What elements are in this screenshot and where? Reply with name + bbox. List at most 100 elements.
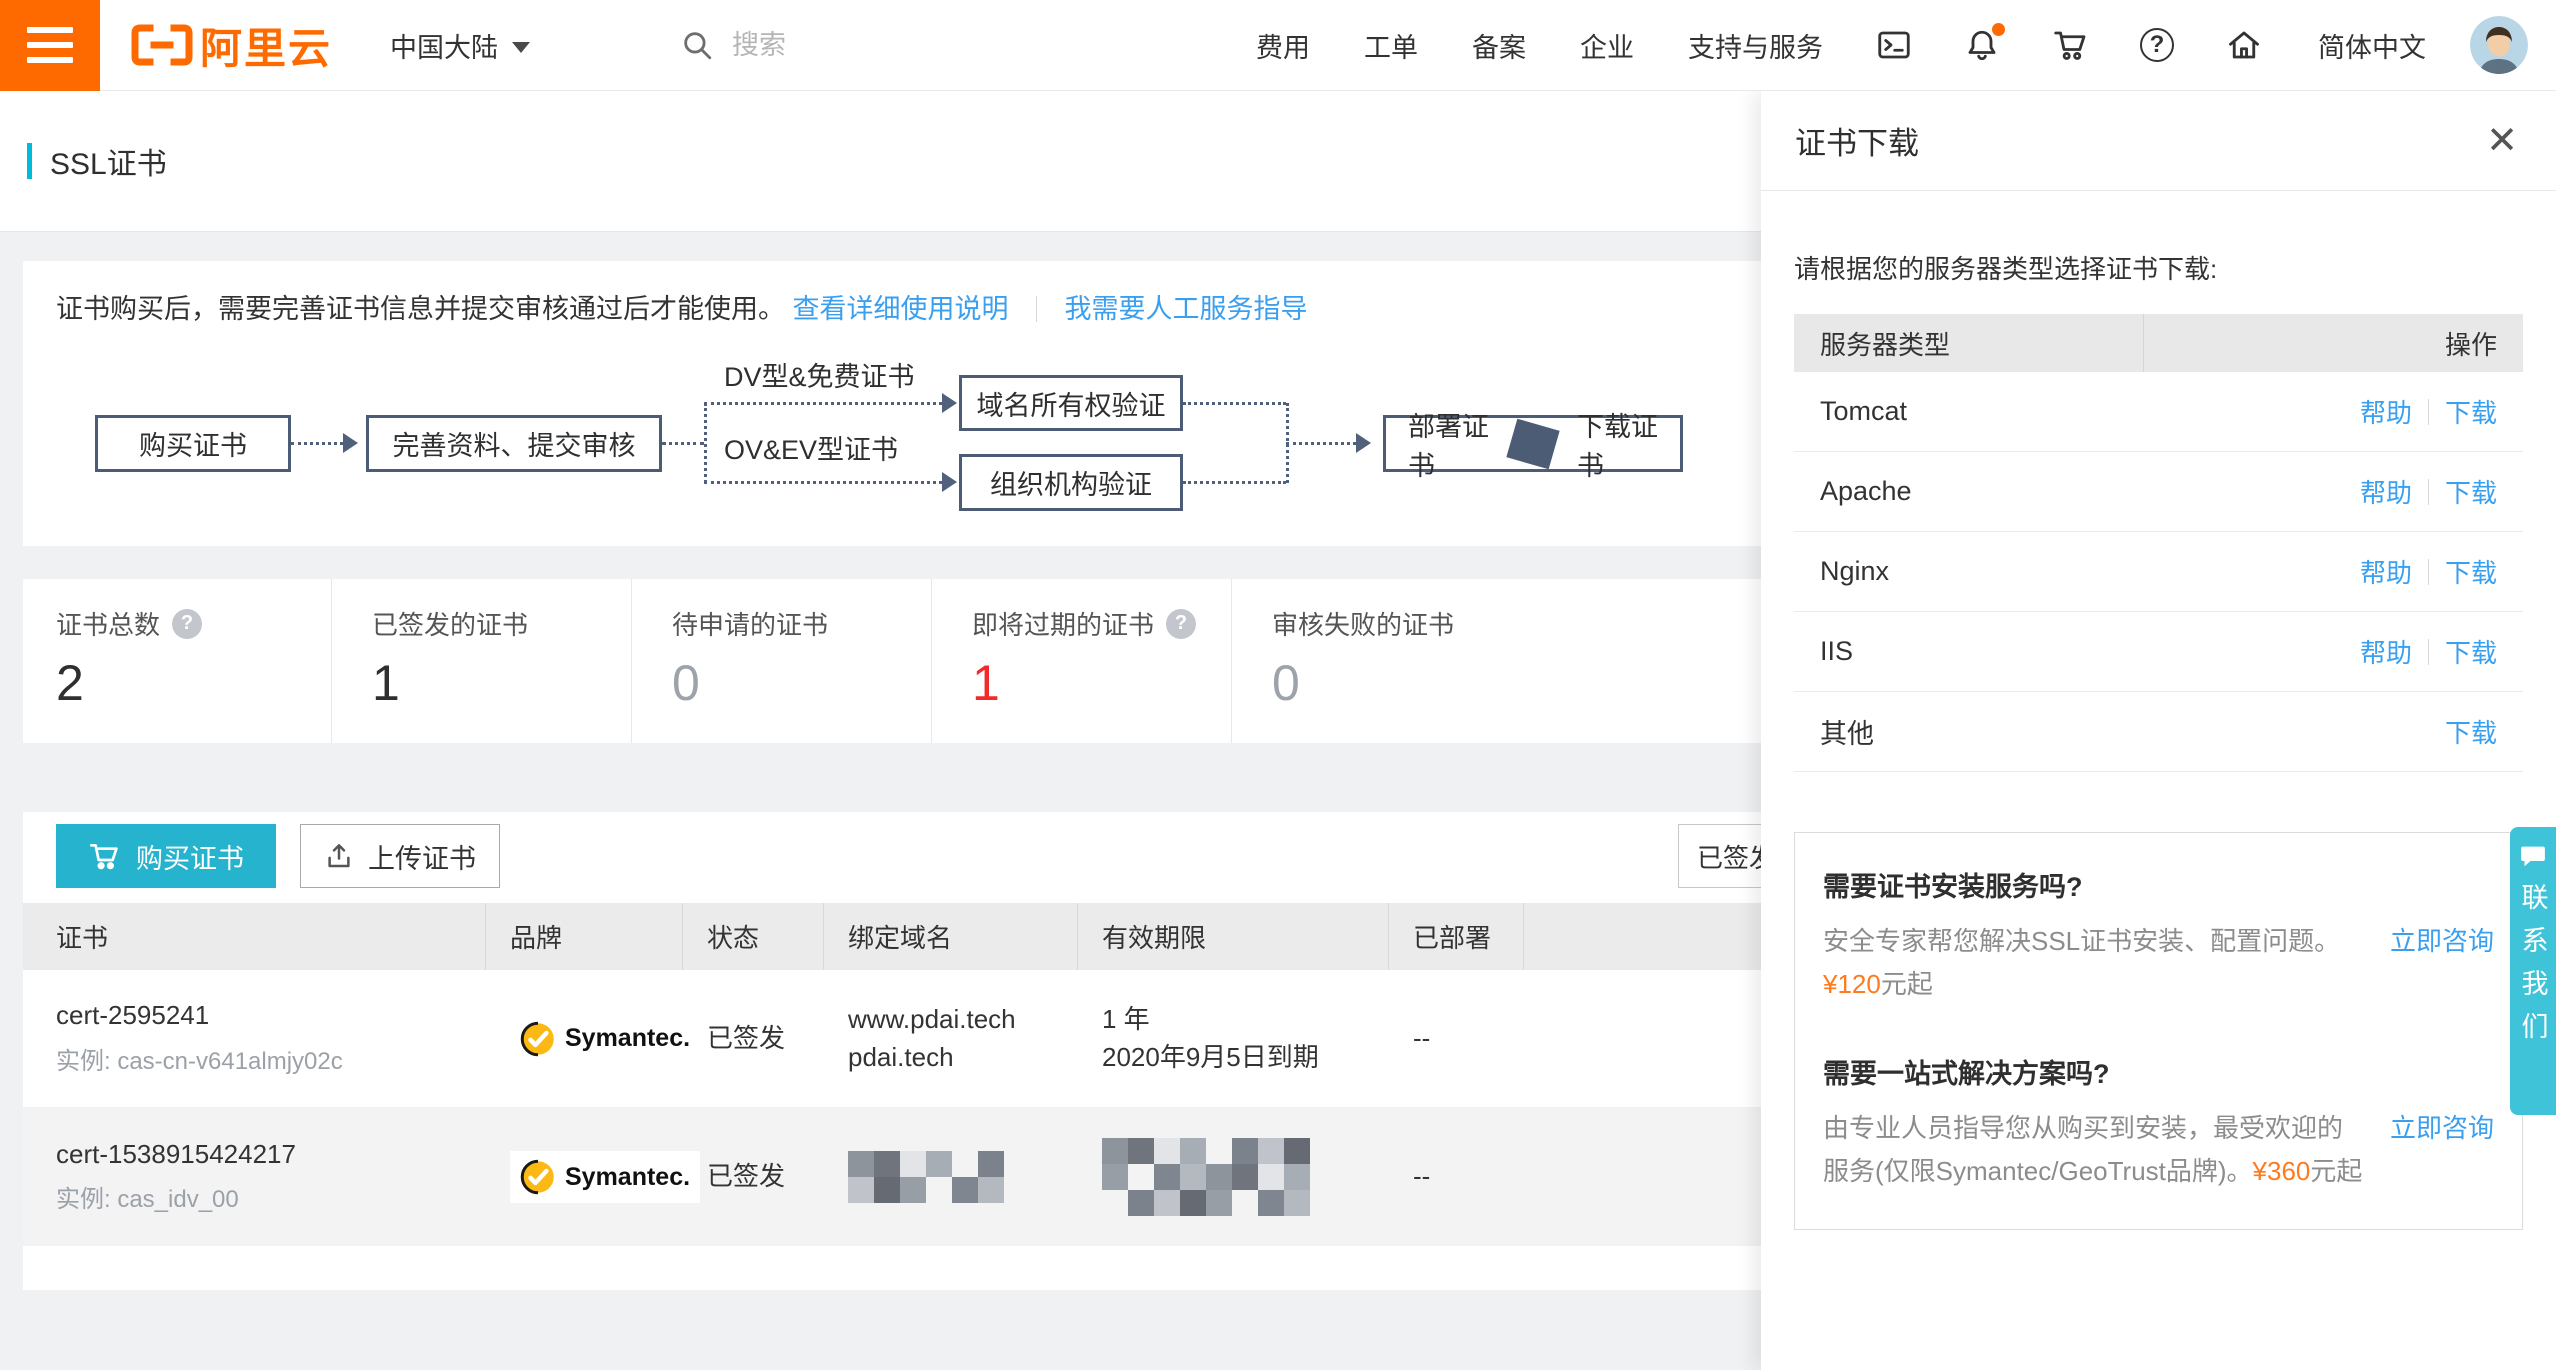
title-accent-bar: [27, 143, 32, 179]
flow-box-domain-validation: 域名所有权验证: [959, 375, 1183, 431]
panel-title: 证书下载: [1795, 118, 1919, 163]
help-badge-icon[interactable]: ?: [172, 609, 202, 639]
col-deployed: 已部署: [1389, 903, 1524, 970]
upload-icon: [324, 841, 354, 871]
aliyun-logo[interactable]: 阿里云: [130, 15, 332, 76]
promo-text: 由专业人员指导您从购买到安装，最受欢迎的服务(仅限Symantec/GeoTru…: [1823, 1107, 2364, 1193]
home-icon[interactable]: [2226, 27, 2262, 63]
stat-label: 审核失败的证书: [1272, 605, 1454, 642]
download-link[interactable]: 下载: [2445, 553, 2497, 590]
link-divider: [2428, 559, 2429, 585]
cart-icon[interactable]: [2052, 27, 2088, 63]
buy-certificate-button[interactable]: 购买证书: [56, 824, 276, 888]
flow-step-deploy-download: 部署证书 下载证书: [1383, 415, 1683, 472]
promo-install-service: 需要证书安装服务吗? 安全专家帮您解决SSL证书安装、配置问题。¥120元起 立…: [1823, 865, 2494, 1006]
flow-box-org-validation: 组织机构验证: [959, 454, 1183, 511]
notice-text: 证书购买后，需要完善证书信息并提交审核通过后才能使用。: [56, 294, 785, 324]
col-status: 状态: [683, 903, 824, 970]
help-glyph: ?: [2150, 31, 2165, 59]
stat-pending: 待申请的证书 0: [631, 579, 931, 743]
redacted-domain: [848, 1151, 1004, 1203]
topnav-search-input[interactable]: [732, 30, 1032, 61]
cert-instance: 实例: cas-cn-v641almjy02c: [56, 1045, 486, 1080]
validity-expiry: 2020年9月5日到期: [1102, 1039, 1389, 1077]
nav-item-tickets[interactable]: 工单: [1364, 26, 1418, 65]
region-selector[interactable]: 中国大陆: [390, 26, 530, 65]
usage-doc-link[interactable]: 查看详细使用说明: [793, 294, 1009, 324]
validity-duration: 1 年: [1102, 1001, 1389, 1039]
stat-label: 已签发的证书: [372, 605, 528, 642]
brand-cell: Symantec.: [486, 970, 683, 1107]
download-link[interactable]: 下载: [2445, 713, 2497, 750]
promo-price: ¥360: [2253, 1156, 2311, 1186]
domains-cell: www.pdai.tech pdai.tech: [824, 970, 1078, 1107]
server-row-tomcat: Tomcat 帮助 下载: [1794, 372, 2523, 452]
nav-item-enterprise[interactable]: 企业: [1580, 26, 1634, 65]
upload-certificate-label: 上传证书: [368, 837, 476, 876]
help-link[interactable]: 帮助: [2360, 393, 2412, 430]
hamburger-menu-button[interactable]: [0, 0, 100, 91]
symantec-logo-icon: [520, 1021, 556, 1057]
search-icon: [680, 28, 714, 62]
nav-item-support[interactable]: 支持与服务: [1688, 26, 1823, 65]
notice-link-divider: [1036, 296, 1037, 322]
flow-connector: [662, 442, 704, 445]
topnav: 阿里云 中国大陆 费用 工单 备案 企业 支持与服务 ?: [0, 0, 2556, 91]
stat-issued: 已签发的证书 1: [331, 579, 631, 743]
download-link[interactable]: 下载: [2445, 633, 2497, 670]
brand-name: Symantec.: [565, 1159, 690, 1195]
help-link[interactable]: 帮助: [2360, 473, 2412, 510]
validity-cell: 1 年 2020年9月5日到期: [1078, 970, 1389, 1107]
download-link[interactable]: 下载: [2445, 473, 2497, 510]
help-link[interactable]: 帮助: [2360, 553, 2412, 590]
server-row-iis: IIS 帮助 下载: [1794, 612, 2523, 692]
panel-header: 证书下载 ✕: [1761, 91, 2556, 191]
aliyun-logo-text: 阿里云: [200, 15, 332, 76]
help-link[interactable]: 帮助: [2360, 633, 2412, 670]
domains-cell-redacted: [824, 1108, 1078, 1246]
flow-label-ovev: OV&EV型证书: [724, 428, 898, 467]
brand-chip: Symantec.: [510, 1012, 700, 1064]
promo-one-stop: 需要一站式解决方案吗? 由专业人员指导您从购买到安装，最受欢迎的服务(仅限Sym…: [1823, 1052, 2494, 1193]
topnav-search[interactable]: [680, 28, 1032, 62]
consult-now-link[interactable]: 立即咨询: [2390, 920, 2494, 963]
redacted-expiry: [1102, 1138, 1310, 1216]
flow-step-buy: 购买证书: [95, 415, 291, 472]
notifications-bell-icon[interactable]: [1964, 27, 2000, 63]
col-validity: 有效期限: [1078, 903, 1389, 970]
link-divider: [2428, 399, 2429, 425]
nav-item-billing[interactable]: 费用: [1256, 26, 1310, 65]
contact-us-tab[interactable]: 联系我们: [2510, 827, 2556, 1115]
flow-connector: [704, 481, 942, 484]
col-domains: 绑定域名: [824, 903, 1078, 970]
cart-icon: [88, 840, 120, 872]
region-label: 中国大陆: [390, 26, 498, 65]
close-icon[interactable]: ✕: [2486, 122, 2518, 160]
flow-connector: [1286, 442, 1356, 445]
consult-now-link[interactable]: 立即咨询: [2390, 1107, 2494, 1150]
server-name: Nginx: [1820, 556, 1889, 587]
flow-final-deploy: 部署证书: [1386, 405, 1511, 483]
flow-step-submit: 完善资料、提交审核: [366, 415, 662, 472]
promo-text: 安全专家帮您解决SSL证书安装、配置问题。¥120元起: [1823, 920, 2364, 1006]
flow-arrowhead: [343, 433, 358, 453]
panel-subtitle: 请根据您的服务器类型选择证书下载:: [1794, 249, 2523, 286]
help-icon[interactable]: ?: [2140, 28, 2174, 62]
download-link[interactable]: 下载: [2445, 393, 2497, 430]
user-avatar[interactable]: [2470, 16, 2528, 74]
server-name: IIS: [1820, 636, 1853, 667]
language-selector[interactable]: 简体中文: [2318, 26, 2426, 65]
console-terminal-icon[interactable]: [1876, 27, 1912, 63]
help-badge-icon[interactable]: ?: [1166, 609, 1196, 639]
contact-us-label: 联系我们: [2514, 883, 2553, 1055]
cert-id-cell: cert-1538915424217 实例: cas_idv_00: [23, 1108, 486, 1246]
nav-item-icp[interactable]: 备案: [1472, 26, 1526, 65]
upload-certificate-button[interactable]: 上传证书: [300, 824, 500, 888]
server-name: Apache: [1820, 476, 1912, 507]
server-name: 其他: [1820, 712, 1874, 751]
manual-service-link[interactable]: 我需要人工服务指导: [1065, 294, 1308, 324]
flow-connector: [291, 442, 343, 445]
brand-chip: Symantec.: [510, 1151, 700, 1203]
flow-label-dv: DV型&免费证书: [724, 355, 915, 394]
screen: 阿里云 中国大陆 费用 工单 备案 企业 支持与服务 ?: [0, 0, 2556, 1370]
